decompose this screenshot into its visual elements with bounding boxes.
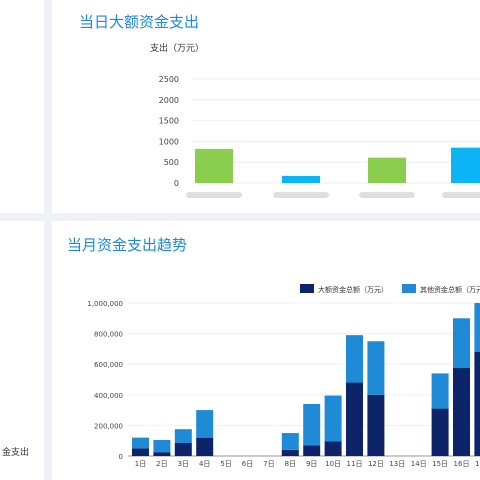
legend-swatch [402, 284, 416, 293]
bar [451, 147, 480, 183]
x-tick-label: 7日 [263, 460, 274, 468]
daily-expense-chart: 支出（万元） 0 500 1000 1500 2000 2500 [150, 42, 480, 198]
bar-segment [281, 433, 299, 450]
y-tick-label: 500 [164, 158, 179, 167]
bar-segment [196, 410, 214, 438]
bar [195, 148, 233, 183]
blurred-category-label [359, 192, 415, 198]
bar-segment [196, 437, 214, 456]
bar [368, 157, 406, 183]
bar-segment [153, 439, 171, 453]
y-axis-label: 支出（万元） [150, 42, 204, 54]
bar-segment [431, 373, 449, 409]
bar [282, 175, 320, 183]
bar-segment [431, 408, 449, 456]
bar-segment [324, 395, 342, 442]
left-bottom-panel: 金支出 [0, 221, 44, 480]
bar-segment [281, 449, 299, 456]
x-tick-label: 2日 [156, 460, 167, 468]
x-tick-label: 13日 [389, 460, 405, 468]
daily-large-expense-panel: 当日大额资金支出 支出（万元） 0 500 1000 1500 2000 2500 [52, 0, 480, 213]
bar-segment [153, 452, 171, 456]
monthly-expense-trend-panel: 当月资金支出趋势 0 200,000 400,000 600,000 800,000 1,… [52, 221, 480, 480]
bar-segment [453, 318, 470, 369]
bar-segment [474, 303, 480, 352]
y-tick-label: 600,000 [94, 361, 123, 369]
y-tick-label: 2000 [159, 96, 179, 105]
x-tick-label: 4日 [199, 460, 210, 468]
y-tick-label: 200,000 [94, 422, 123, 430]
bar-segment [367, 394, 385, 456]
bar-segment [367, 341, 385, 395]
x-tick-label: 1日 [135, 460, 146, 468]
blurred-category-label [186, 192, 242, 198]
y-tick-label: 1,000,000 [87, 300, 123, 308]
x-tick-label: 14日 [411, 460, 427, 468]
bar-segment [132, 437, 149, 449]
legend-label: 大额资金总额（万元） [318, 285, 388, 294]
bar-segment [132, 448, 149, 456]
blurred-category-label [442, 192, 480, 198]
y-tick-label: 0 [119, 453, 123, 461]
legend-swatch [300, 284, 314, 293]
x-tick-label: 17日 [475, 460, 480, 468]
legend-label: 其他资金总额（万元） [420, 285, 480, 294]
x-tick-label: 9日 [306, 460, 317, 468]
x-tick-label: 16日 [454, 460, 470, 468]
x-tick-label: 12日 [368, 460, 384, 468]
y-tick-label: 0 [174, 179, 179, 188]
x-tick-label: 15日 [432, 460, 448, 468]
bar-segment [324, 441, 342, 456]
bar-segment [303, 403, 321, 446]
bar-segment [453, 368, 470, 456]
y-tick-label: 2500 [159, 75, 179, 84]
bar-segment [174, 429, 192, 443]
x-tick-label: 11日 [347, 460, 363, 468]
bar-segment [303, 445, 321, 456]
bar-segment [346, 335, 363, 383]
x-tick-label: 6日 [242, 460, 253, 468]
y-tick-label: 400,000 [94, 392, 123, 400]
y-tick-label: 1000 [159, 137, 179, 146]
left-top-panel [0, 0, 44, 213]
blurred-category-label [273, 192, 329, 198]
x-tick-label: 8日 [285, 460, 296, 468]
x-tick-label: 3日 [178, 460, 189, 468]
bar-segment [474, 351, 480, 456]
x-tick-label: 5日 [220, 460, 231, 468]
x-tick-label: 10日 [325, 460, 341, 468]
bar-segment [174, 442, 192, 456]
left-panel-fragment-text: 金支出 [2, 448, 30, 458]
y-tick-label: 800,000 [94, 331, 123, 339]
bar-segment [346, 382, 363, 456]
y-tick-label: 1500 [159, 117, 179, 126]
monthly-expense-trend-chart: 0 200,000 400,000 600,000 800,000 1,000,000 大额… [87, 284, 480, 468]
